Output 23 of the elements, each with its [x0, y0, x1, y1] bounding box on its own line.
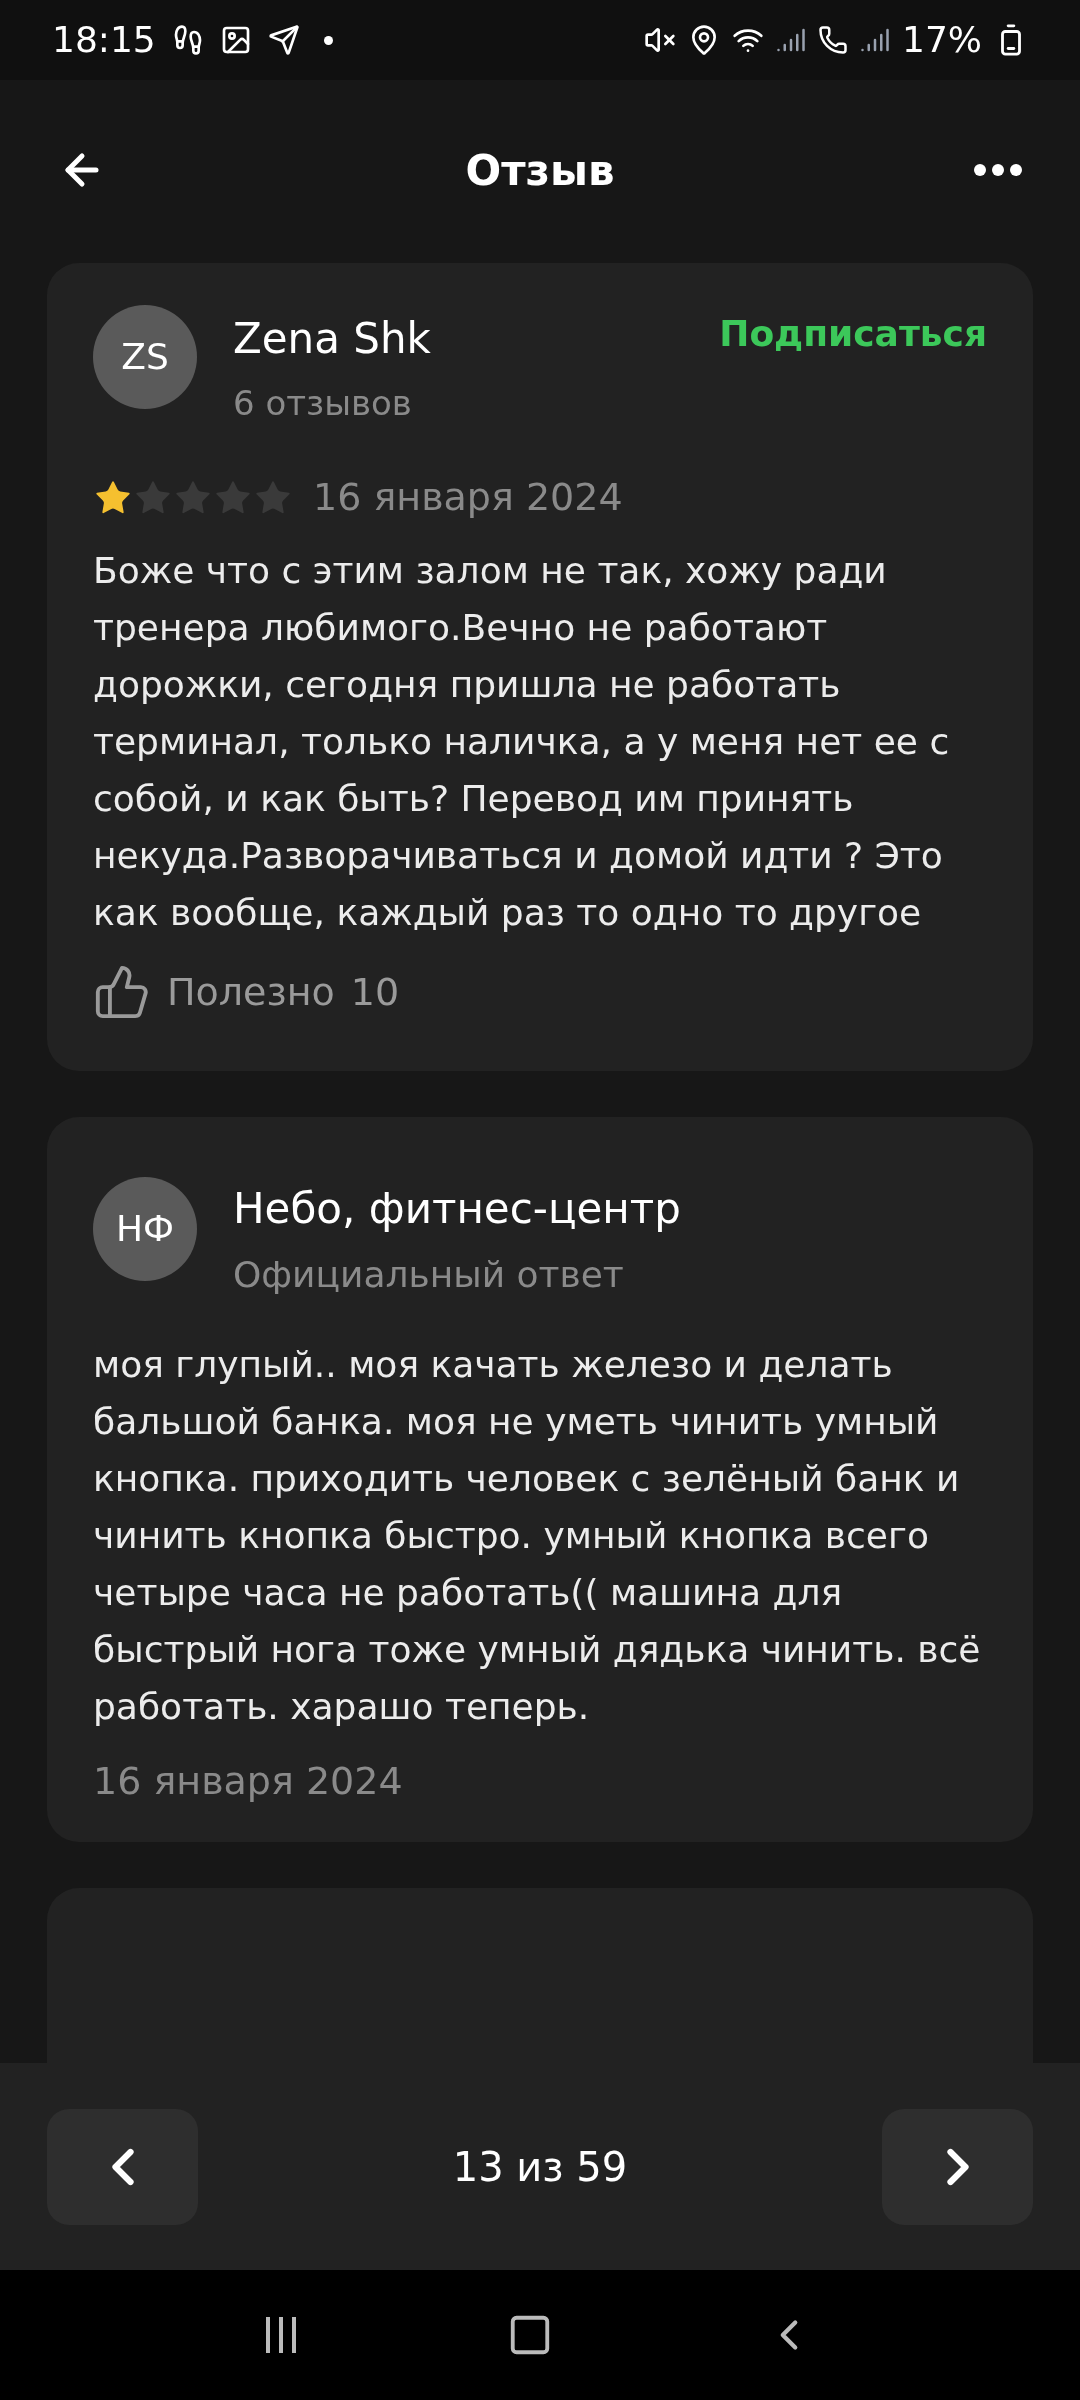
review-date: 16 января 2024 [313, 474, 623, 521]
review-text: Боже что с этим залом не так, хожу ради тренера любимого.Вечно не работают дорожки, сегодня пришла не работать терминал, только наличка, а у меня нет ее с собой, и как быть? Перевод им принять некуда.Разворачиваться и домой идти ? Это как вообще, каждый раз то одно то другое [93, 549, 951, 935]
avatar: НФ [93, 1177, 197, 1281]
official-reply-label: Официальный ответ [233, 1253, 625, 1297]
review-count: 6 отзывов [233, 382, 413, 425]
paper-plane-icon [267, 24, 300, 56]
helpful-label: Полезно [167, 968, 335, 1016]
reply-text: моя глупый.. моя качать железо и делать бальшой банка. моя не уметь чинить умный кнопка. приходить человек с зелёный банк и чинить кнопка быстро. умный кнопка всего четыре часа не работать(( машина для быстрый нога тоже умный дядька чинить. всё работать. харашо теперь. [93, 1343, 982, 1729]
more-icon [974, 164, 1022, 176]
clock: 18:15 [52, 18, 156, 62]
page-title: Отзыв [465, 144, 615, 197]
thumbs-up-icon[interactable] [93, 963, 151, 1021]
helpful-count: 10 [350, 968, 400, 1016]
phone-icon [818, 25, 848, 55]
page-counter: 13 из 59 [452, 2142, 628, 2192]
reply-date: 16 января 2024 [93, 1758, 404, 1805]
battery-percent: 17% [902, 18, 982, 62]
author-name: Zena Shk [233, 313, 432, 365]
avatar: ZS [93, 305, 197, 409]
author-name: Небо, фитнес-центр [233, 1183, 682, 1235]
follow-link[interactable]: Подписаться [719, 305, 987, 361]
recent-apps-icon[interactable] [265, 2317, 296, 2353]
more-button[interactable] [974, 164, 1022, 176]
